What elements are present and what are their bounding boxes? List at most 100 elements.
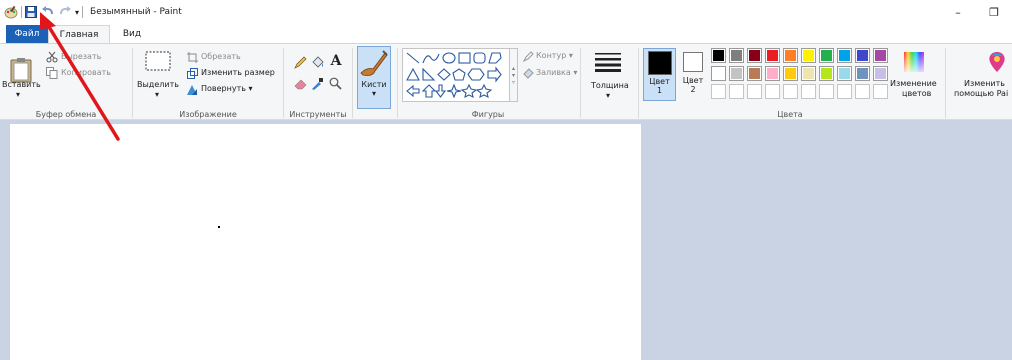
shapes-group-label: Фигуры [471, 110, 505, 119]
palette-swatch[interactable] [801, 84, 816, 99]
palette-swatch[interactable] [801, 66, 816, 81]
title-separator [82, 6, 84, 18]
eraser-icon[interactable] [293, 76, 307, 90]
tab-home[interactable]: Главная [48, 25, 110, 43]
palette-swatch[interactable] [837, 48, 852, 63]
color1-button[interactable]: Цвет 1 [643, 48, 676, 101]
color2-button[interactable]: Цвет 2 [679, 48, 707, 101]
palette-swatch[interactable] [729, 84, 744, 99]
window-title: Безымянный - Paint [90, 7, 182, 17]
paste-dropdown-arrow[interactable]: ▾ [16, 90, 20, 99]
palette-swatch[interactable] [783, 66, 798, 81]
brushes-button[interactable]: Кисти ▾ [357, 46, 391, 109]
paint3d-button[interactable]: Изменить [964, 79, 1005, 88]
colors-group: Цвет 1 Цвет 2 Изменение цветов Цвета [640, 44, 940, 120]
tools-group-label: Инструменты [289, 110, 347, 119]
palette-swatch[interactable] [765, 48, 780, 63]
size-dropdown-arrow[interactable]: ▾ [606, 91, 610, 100]
edit-colors-button[interactable]: Изменение [890, 79, 937, 88]
palette-swatch[interactable] [765, 84, 780, 99]
fill-bucket-icon[interactable] [310, 55, 324, 69]
edit-colors-label-line2: цветов [902, 89, 932, 98]
color-picker-icon[interactable] [310, 76, 324, 90]
palette-swatch[interactable] [711, 84, 726, 99]
palette-swatch[interactable] [711, 66, 726, 81]
size-button[interactable]: Толщина [591, 81, 629, 90]
select-icon[interactable] [145, 50, 171, 72]
quick-access-toolbar: ▾ [0, 0, 86, 24]
quick-access-separator [21, 6, 22, 18]
palette-swatch[interactable] [747, 48, 762, 63]
palette-swatch-color [821, 50, 832, 61]
palette-swatch[interactable] [819, 66, 834, 81]
select-dropdown-arrow[interactable]: ▾ [155, 90, 159, 99]
minimize-button[interactable]: – [940, 0, 976, 24]
title-bar: ▾ Безымянный - Paint – ❐ [0, 0, 1012, 24]
undo-icon[interactable] [41, 4, 55, 20]
color2-swatch [683, 52, 703, 72]
pencil-icon[interactable] [293, 55, 307, 69]
paint3d-label-line2: помощью Pai [954, 89, 1009, 98]
palette-swatch-color [785, 50, 796, 61]
palette-swatch[interactable] [783, 84, 798, 99]
palette-swatch[interactable] [783, 48, 798, 63]
palette-swatch[interactable] [855, 84, 870, 99]
rotate-button[interactable]: Повернуть ▾ [201, 84, 253, 93]
ribbon-tabs: Файл Главная Вид [0, 24, 1012, 43]
palette-swatch-color [839, 68, 850, 79]
palette-swatch-color [857, 50, 868, 61]
palette-swatch-color [731, 68, 742, 79]
palette-swatch[interactable] [747, 66, 762, 81]
size-icon[interactable] [594, 50, 622, 74]
group-divider [352, 48, 353, 118]
palette-swatch[interactable] [837, 66, 852, 81]
palette-swatch[interactable] [855, 48, 870, 63]
outline-button[interactable]: Контур ▾ [536, 51, 573, 60]
palette-swatch-color [839, 50, 850, 61]
palette-swatch[interactable] [729, 66, 744, 81]
palette-swatch-color [713, 50, 724, 61]
paint3d-icon[interactable] [986, 50, 1008, 74]
image-group-label: Изображение [179, 110, 237, 119]
customize-quick-access-icon[interactable]: ▾ [75, 4, 79, 20]
text-tool-icon[interactable]: A [328, 53, 344, 69]
palette-swatch[interactable] [873, 48, 888, 63]
palette-swatch-color [749, 50, 760, 61]
shapes-gallery-scroll[interactable]: ▴ ▾ ▿ [510, 48, 518, 102]
shapes-group: ▴ ▾ ▿ Контур ▾ Заливка ▾ Фигуры [398, 44, 578, 120]
palette-swatch[interactable] [801, 48, 816, 63]
colors-group-label: Цвета [777, 110, 803, 119]
paint-app-icon[interactable] [4, 4, 18, 20]
palette-swatch[interactable] [873, 84, 888, 99]
resize-button[interactable]: Изменить размер [201, 68, 275, 77]
palette-swatch[interactable] [837, 84, 852, 99]
shapes-gallery[interactable] [402, 48, 510, 102]
tab-view[interactable]: Вид [112, 25, 152, 43]
brushes-group: Кисти ▾ [354, 44, 394, 120]
restore-button[interactable]: ❐ [976, 0, 1012, 24]
palette-swatch[interactable] [819, 84, 834, 99]
color1-label: Цвет [649, 77, 670, 86]
cut-button[interactable]: Вырезать [61, 52, 101, 61]
palette-swatch[interactable] [819, 48, 834, 63]
paint3d-group: Изменить помощью Pai [946, 44, 1012, 120]
drawing-canvas[interactable] [10, 124, 641, 360]
clipboard-group-label: Буфер обмена [35, 110, 97, 119]
palette-swatch-color [767, 68, 778, 79]
redo-icon[interactable] [58, 4, 72, 20]
copy-button[interactable]: Копировать [61, 68, 111, 77]
select-button[interactable]: Выделить [137, 80, 179, 89]
palette-swatch[interactable] [729, 48, 744, 63]
canvas-dot [218, 226, 220, 228]
tab-file[interactable]: Файл [6, 25, 48, 43]
crop-button[interactable]: Обрезать [201, 52, 241, 61]
magnifier-icon[interactable] [328, 76, 342, 90]
save-icon[interactable] [25, 4, 37, 20]
paste-label: Вставить [2, 80, 41, 89]
fill-button[interactable]: Заливка ▾ [536, 68, 577, 77]
palette-swatch[interactable] [711, 48, 726, 63]
palette-swatch[interactable] [747, 84, 762, 99]
palette-swatch[interactable] [855, 66, 870, 81]
palette-swatch[interactable] [765, 66, 780, 81]
palette-swatch[interactable] [873, 66, 888, 81]
